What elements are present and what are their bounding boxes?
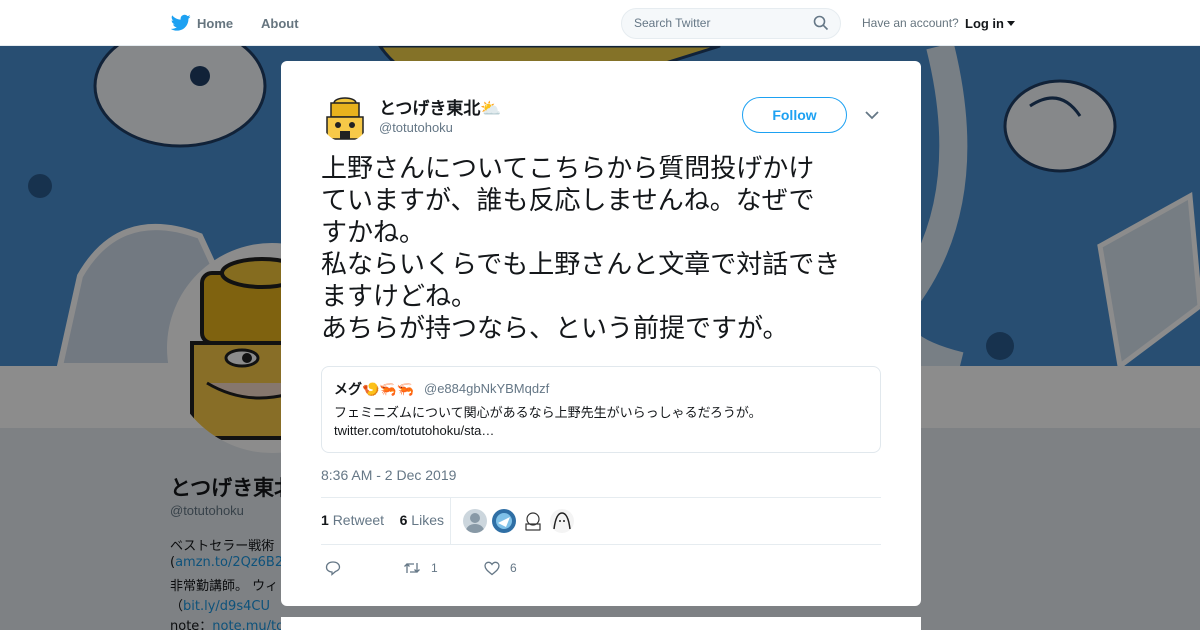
nav-about-link[interactable]: About: [261, 0, 299, 46]
tweet-text-line: 上野さんについてこちらから質問投げかけ: [321, 154, 815, 184]
divider: [321, 544, 881, 545]
likes-stat[interactable]: 6 Likes: [400, 512, 444, 528]
tweet-timestamp[interactable]: 8:36 AM - 2 Dec 2019: [321, 467, 456, 483]
sun-cloud-emoji: ⛅: [480, 99, 502, 119]
author-name[interactable]: とつげき東北⛅: [379, 94, 502, 119]
tweet-text-line: ますけどね。: [321, 282, 478, 312]
quoted-author-handle: @e884gbNkYBMqdzf: [424, 381, 550, 396]
follow-button[interactable]: Follow: [742, 97, 847, 133]
tweet-text-line: ていますが、誰も反応しませんね。なぜで: [321, 186, 815, 216]
tweet-text: 上野さんについてこちらから質問投げかけ ていますが、誰も反応しませんね。なぜで …: [321, 153, 891, 345]
liker-avatar[interactable]: [521, 509, 545, 533]
divider: [321, 497, 881, 498]
nav-home-link[interactable]: Home: [197, 0, 233, 46]
liker-avatar[interactable]: [463, 509, 487, 533]
twitter-bird-icon[interactable]: [171, 14, 191, 32]
reply-area: [281, 617, 921, 630]
author-avatar[interactable]: [321, 94, 369, 142]
divider: [450, 498, 451, 544]
reply-button[interactable]: [325, 558, 351, 578]
search-input[interactable]: Search Twitter: [621, 8, 841, 39]
quoted-tweet[interactable]: メグ🍤🦐🦐 @e884gbNkYBMqdzf フェミニズムについて関心があるなら…: [321, 366, 881, 453]
tweet-text-line: すかね。: [321, 218, 426, 248]
tweet-text-line: あちらが持つなら、という前提ですが。: [321, 314, 789, 344]
tweet-text-line: 私ならいくらでも上野さんと文章で対話でき: [321, 250, 841, 280]
retweet-button[interactable]: 1: [403, 558, 438, 578]
heart-icon: [484, 561, 500, 575]
author-handle[interactable]: @totutohoku: [379, 120, 453, 135]
chevron-down-icon[interactable]: [1007, 21, 1015, 26]
login-link[interactable]: Log in: [965, 0, 1004, 46]
tweet-stats: 1 Retweet 6 Likes: [321, 512, 444, 528]
liker-avatar[interactable]: [550, 509, 574, 533]
like-button[interactable]: 6: [484, 558, 517, 578]
quoted-link[interactable]: twitter.com/totutohoku/sta…: [334, 423, 494, 438]
quoted-text: フェミニズムについて関心があるなら上野先生がいらっしゃるだろうが。: [334, 406, 762, 421]
retweet-icon: [404, 563, 420, 573]
chevron-down-icon[interactable]: [864, 109, 880, 121]
top-nav-bar: Home About Search Twitter Have an accoun…: [0, 0, 1200, 46]
liker-avatar[interactable]: [492, 509, 516, 533]
close-icon[interactable]: [1154, 12, 1178, 36]
quoted-author-name: メグ🍤🦐🦐: [334, 382, 415, 398]
account-prompt: Have an account?: [862, 16, 959, 30]
reply-icon: [325, 561, 341, 576]
retweets-stat[interactable]: 1 Retweet: [321, 512, 384, 528]
search-icon[interactable]: [813, 15, 829, 31]
tweet-modal: とつげき東北⛅ @totutohoku Follow 上野さんについてこちらから…: [281, 61, 921, 606]
